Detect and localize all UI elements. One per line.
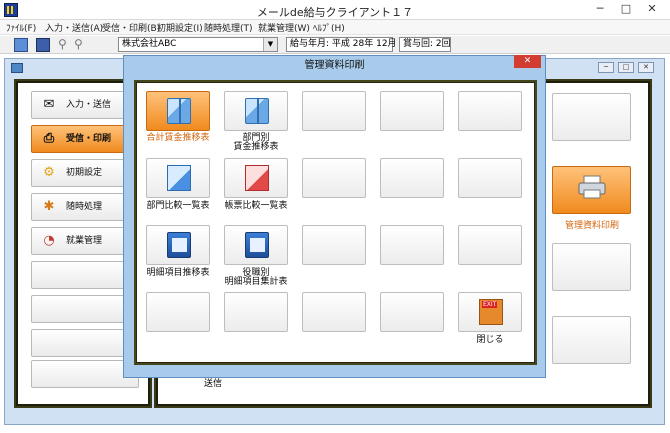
menu-initial-settings[interactable]: 初期設定(I) [157, 21, 203, 34]
bonus-label: 賞与回: [403, 39, 434, 49]
key-icon-2[interactable]: ⚲ [74, 38, 88, 52]
grid-label: 役職別 明細項目集計表 [224, 268, 288, 287]
grid-label: 部門別 賃金推移表 [233, 133, 279, 152]
maximize-button[interactable]: □ [616, 2, 636, 17]
window-title: メールde給与クライアント１７ [256, 6, 414, 19]
position-item-summary-button[interactable] [224, 225, 288, 265]
pay-date-field: 給与年月: 平成 28年 12月 [286, 37, 397, 52]
nav-label: 随時処理 [66, 202, 103, 212]
book-chart-icon [167, 98, 191, 124]
menu-file[interactable]: ﾌｧｲﾙ(F) [6, 21, 36, 34]
company-select-value: 株式会社ABC [122, 39, 177, 49]
gear-icon: ⚙ [43, 165, 55, 180]
right-management-print[interactable] [552, 166, 631, 214]
window-icon [11, 63, 23, 73]
grid-label: 閉じる [476, 335, 504, 345]
grid-empty-2[interactable] [380, 91, 444, 131]
dept-wage-trend-button[interactable] [224, 91, 288, 131]
screen-document-icon [167, 232, 191, 258]
child-maximize-button[interactable]: □ [618, 62, 634, 73]
printer-icon [578, 175, 606, 199]
grid-empty-11[interactable] [224, 292, 288, 332]
right-empty-1[interactable] [552, 93, 631, 141]
pencil-document-red-icon [245, 165, 269, 191]
dialog-title: 管理資料印刷 [304, 60, 365, 71]
grid-label: 帳票比較一覧表 [224, 201, 288, 211]
pay-date-label: 給与年月: [290, 39, 330, 49]
grid-empty-13[interactable] [380, 292, 444, 332]
grid-empty-8[interactable] [380, 225, 444, 265]
book-chart-icon [245, 98, 269, 124]
right-management-print-label: 管理資料印刷 [564, 221, 619, 231]
nav-label: 入力・送信 [66, 100, 112, 110]
grid-empty-7[interactable] [302, 225, 366, 265]
bonus-field: 賞与回: 2回 [399, 37, 451, 52]
close-button[interactable]: ✕ [642, 2, 662, 17]
grid-empty-6[interactable] [458, 158, 522, 198]
grid-empty-3[interactable] [458, 91, 522, 131]
nav-label: 受信・印刷 [66, 134, 112, 144]
pencil-document-icon [167, 165, 191, 191]
screen-document-user-icon [245, 232, 269, 258]
minimize-button[interactable]: ─ [590, 2, 610, 17]
company-select[interactable]: 株式会社ABC ▼ [118, 37, 278, 52]
exit-door-icon [479, 299, 503, 325]
display-icon[interactable] [36, 38, 50, 52]
clock-icon: ◔ [43, 233, 55, 248]
dept-compare-list-button[interactable] [146, 158, 210, 198]
right-empty-3[interactable] [552, 316, 631, 364]
envelope-icon: ✉ [43, 97, 55, 112]
child-minimize-button[interactable]: ─ [598, 62, 614, 73]
grid-empty-12[interactable] [302, 292, 366, 332]
grid-label: 部門比較一覧表 [146, 201, 210, 211]
toolbar: ⚲ ⚲ 株式会社ABC ▼ 給与年月: 平成 28年 12月 賞与回: 2回 [0, 36, 670, 54]
grid-label: 合計賃金推移表 [146, 133, 210, 143]
grid-empty-4[interactable] [302, 158, 366, 198]
key-icon[interactable]: ⚲ [58, 38, 72, 52]
child-close-button[interactable]: ✕ [638, 62, 654, 73]
item-trend-button[interactable] [146, 225, 210, 265]
menu-adhoc[interactable]: 随時処理(T) [204, 21, 253, 34]
menu-input-send[interactable]: 入力・送信(A) [45, 21, 103, 34]
printer-icon: ⎙ [43, 131, 55, 146]
chevron-down-icon[interactable]: ▼ [263, 38, 277, 51]
grid-empty-9[interactable] [458, 225, 522, 265]
nav-label: 初期設定 [66, 168, 103, 178]
bonus-value: 2回 [435, 39, 451, 49]
grid-empty-1[interactable] [302, 91, 366, 131]
grid-empty-5[interactable] [380, 158, 444, 198]
nav-label: 就業管理 [66, 236, 103, 246]
menu-receive-print[interactable]: 受信・印刷(B) [102, 21, 160, 34]
total-wage-trend-button[interactable] [146, 91, 210, 131]
pay-date-value: 平成 28年 12月 [331, 39, 397, 49]
menu-bar: ﾌｧｲﾙ(F) 入力・送信(A) 受信・印刷(B) 初期設定(I) 随時処理(T… [0, 20, 670, 35]
close-dialog-button[interactable] [458, 292, 522, 332]
menu-attendance[interactable]: 就業管理(W) [258, 21, 310, 34]
title-bar: メールde給与クライアント１７ ─ □ ✕ [0, 0, 670, 20]
monitor-icon[interactable] [14, 38, 28, 52]
dialog-close-button[interactable]: ✕ [514, 55, 541, 68]
form-compare-list-button[interactable] [224, 158, 288, 198]
right-empty-2[interactable] [552, 243, 631, 291]
grid-empty-10[interactable] [146, 292, 210, 332]
puzzle-icon: ✱ [43, 199, 55, 214]
menu-help[interactable]: ﾍﾙﾌﾟ(H) [313, 21, 345, 34]
grid-label: 明細項目推移表 [146, 268, 210, 278]
